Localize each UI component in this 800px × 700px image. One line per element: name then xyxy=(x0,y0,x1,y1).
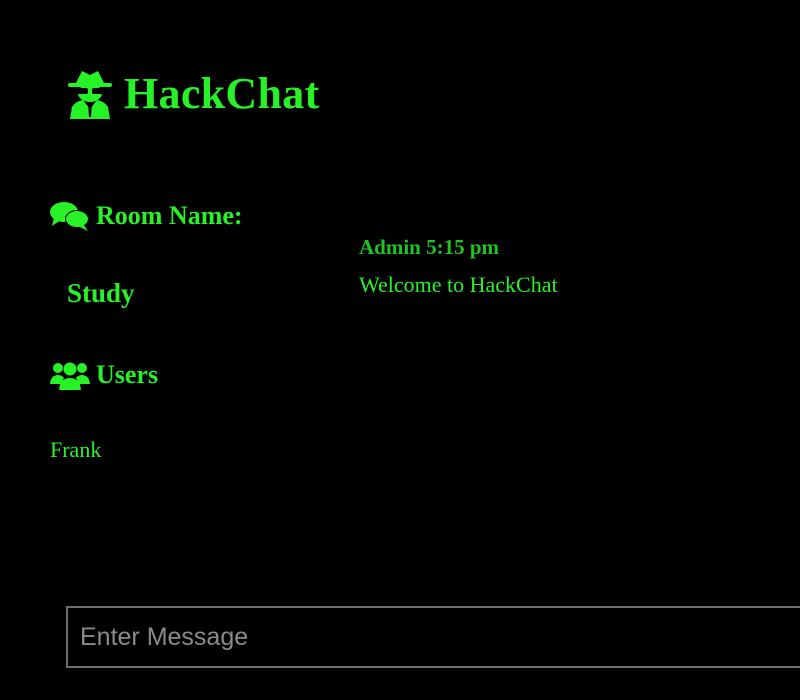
app-header: HackChat xyxy=(66,66,320,122)
message-meta: Admin 5:15 pm xyxy=(359,235,500,259)
users-icon xyxy=(50,362,90,390)
users-heading-label: Users xyxy=(96,360,159,389)
user-secret-icon xyxy=(68,71,112,119)
message-composer xyxy=(66,606,800,668)
room-heading: Room Name: xyxy=(50,200,243,232)
room-name: Study xyxy=(67,278,135,308)
user-list: Frank xyxy=(50,436,101,464)
message-text: Welcome to HackChat xyxy=(359,272,558,297)
users-heading: Users xyxy=(50,360,158,390)
message-input[interactable] xyxy=(68,608,800,666)
message: Admin 5:15 pm Welcome to HackChat xyxy=(359,233,558,299)
user-list-item: Frank xyxy=(50,437,102,462)
comments-icon xyxy=(50,202,89,231)
room-heading-label: Room Name: xyxy=(96,201,243,230)
message-list: Admin 5:15 pm Welcome to HackChat xyxy=(359,233,558,299)
app-title: HackChat xyxy=(124,69,320,118)
